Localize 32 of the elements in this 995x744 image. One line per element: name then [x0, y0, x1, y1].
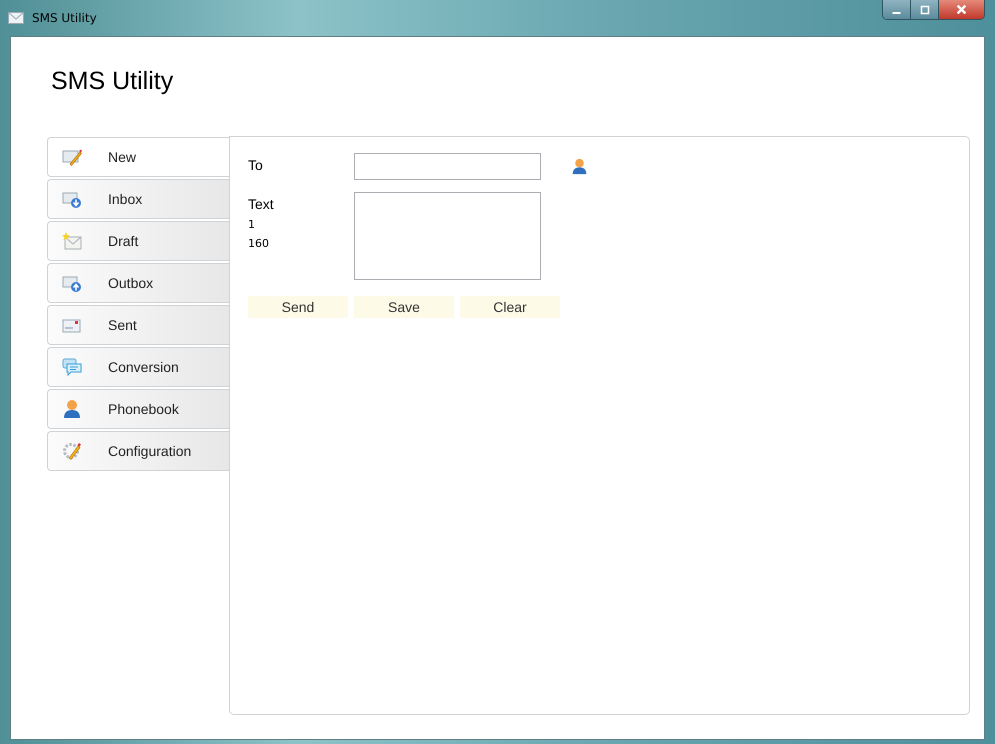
sidebar-tab[interactable]: Configuration: [47, 431, 229, 471]
sidebar-tab[interactable]: Conversion: [47, 347, 229, 387]
window-title: SMS Utility: [32, 11, 97, 25]
sidebar-tab[interactable]: Draft: [47, 221, 229, 261]
message-field[interactable]: [354, 192, 541, 280]
recipient-field[interactable]: [354, 153, 541, 180]
action-button[interactable]: Save: [354, 296, 454, 318]
message-count: 1: [248, 218, 256, 231]
gear-pencil-icon: [62, 441, 82, 461]
sidebar-tab[interactable]: Outbox: [47, 263, 229, 303]
maximize-button[interactable]: [911, 0, 939, 19]
person-icon[interactable]: [571, 158, 588, 175]
sidebar-tab[interactable]: New: [47, 137, 229, 177]
minimize-button[interactable]: [883, 0, 911, 19]
minimize-icon: [892, 12, 901, 14]
sidebar-tab[interactable]: Inbox: [47, 179, 229, 219]
envelope-star-icon: [62, 231, 82, 251]
sidebar-tab[interactable]: Phonebook: [47, 389, 229, 429]
speech-bubbles-icon: [62, 357, 82, 377]
person-icon: [62, 399, 82, 419]
text-label: Text: [248, 195, 275, 212]
close-button[interactable]: [939, 0, 984, 19]
app-heading: SMS Utility: [51, 67, 174, 96]
action-button[interactable]: Send: [248, 296, 348, 318]
envelope-pencil-icon: [62, 147, 82, 167]
maximize-icon: [920, 4, 930, 14]
sidebar-tab[interactable]: Sent: [47, 305, 229, 345]
chars-remaining: 160: [248, 237, 270, 250]
action-button[interactable]: Clear: [460, 296, 560, 318]
to-label: To: [248, 156, 264, 173]
envelope-icon: [8, 12, 24, 24]
close-icon: [956, 4, 967, 15]
